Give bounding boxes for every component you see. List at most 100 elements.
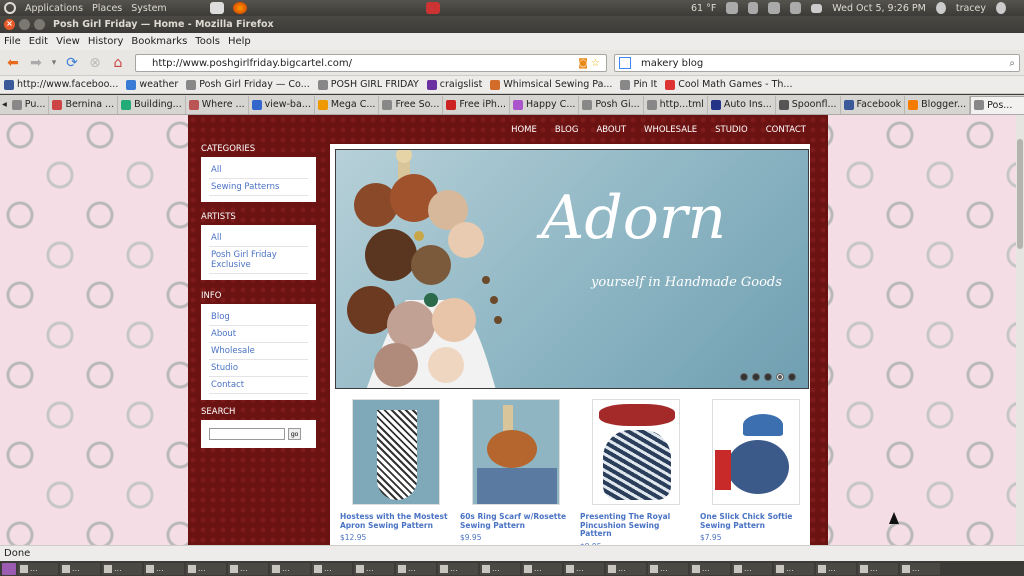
home-icon[interactable]: ⌂ (108, 53, 128, 73)
taskbar-window-button[interactable]: ... (816, 562, 856, 575)
ubuntu-logo-icon[interactable] (4, 2, 16, 14)
site-nav-about[interactable]: ABOUT (596, 125, 626, 135)
bookmark-star-icon[interactable]: ☆ (591, 58, 600, 69)
info-link[interactable]: Contact (209, 377, 308, 394)
wifi-icon[interactable] (748, 2, 759, 14)
tab-item[interactable]: Where ... (186, 95, 249, 114)
bookmark-item[interactable]: Pin It (620, 79, 657, 90)
taskbar-window-button[interactable]: ... (354, 562, 394, 575)
maximize-window-icon[interactable] (34, 19, 45, 30)
vertical-scrollbar[interactable] (1016, 115, 1024, 545)
stop-icon[interactable]: ⊗ (85, 53, 105, 73)
product-card[interactable]: Presenting The Royal Pincushion Sewing P… (580, 399, 692, 545)
product-title[interactable]: 60s Ring Scarf w/Rosette Sewing Pattern (460, 512, 572, 530)
history-dropdown-icon[interactable]: ▾ (49, 53, 59, 73)
url-bar[interactable]: http://www.poshgirlfriday.bigcartel.com/… (135, 54, 607, 72)
taskbar-window-button[interactable]: ... (774, 562, 814, 575)
product-image[interactable] (352, 399, 440, 505)
taskbar-window-button[interactable]: ... (144, 562, 184, 575)
clock[interactable]: Wed Oct 5, 9:26 PM (832, 3, 926, 14)
site-search-go-button[interactable]: go (288, 428, 302, 440)
taskbar-window-button[interactable]: ... (732, 562, 772, 575)
mail-launcher-icon[interactable] (209, 2, 224, 14)
taskbar-window-button[interactable]: ... (186, 562, 226, 575)
power-icon[interactable] (996, 2, 1006, 14)
tab-item[interactable]: Posh Gi... (579, 95, 644, 114)
product-image[interactable] (592, 399, 680, 505)
slide-dot[interactable] (752, 373, 760, 381)
menu-view[interactable]: View (52, 36, 84, 47)
tab-item[interactable]: Free So... (379, 95, 444, 114)
site-nav-studio[interactable]: STUDIO (715, 125, 748, 135)
bookmark-item[interactable]: Whimsical Sewing Pa... (490, 79, 612, 90)
app-indicator-icon[interactable] (425, 2, 440, 14)
menu-file[interactable]: File (0, 36, 25, 47)
tab-item[interactable]: Blogger... (905, 95, 971, 114)
menu-edit[interactable]: Edit (25, 36, 52, 47)
taskbar-window-button[interactable]: ... (648, 562, 688, 575)
firefox-launcher-icon[interactable] (232, 2, 247, 14)
taskbar-window-button[interactable]: ... (858, 562, 898, 575)
artists-link[interactable]: Posh Girl Friday Exclusive (209, 247, 308, 274)
tab-item[interactable]: view-ba... (249, 95, 315, 114)
tab-item[interactable]: http...tml (644, 95, 708, 114)
slide-dot[interactable] (764, 373, 772, 381)
bookmark-item[interactable]: http://www.faceboo... (4, 79, 118, 90)
tab-item[interactable]: Bernina ... (49, 95, 119, 114)
slide-dot[interactable] (788, 373, 796, 381)
info-link[interactable]: Blog (209, 309, 308, 326)
info-link[interactable]: Studio (209, 360, 308, 377)
search-box[interactable]: makery blog ⌕ (614, 54, 1020, 72)
tab-scroll-left-icon[interactable]: ◂ (0, 99, 9, 110)
tab-item[interactable]: Auto Ins... (708, 95, 776, 114)
bookmark-item[interactable]: weather (126, 79, 178, 90)
tab-item[interactable]: Pu... (9, 95, 50, 114)
product-image[interactable] (472, 399, 560, 505)
site-nav-home[interactable]: HOME (511, 125, 537, 135)
taskbar-window-button[interactable]: ... (900, 562, 940, 575)
taskbar-window-button[interactable]: ... (60, 562, 100, 575)
product-card[interactable]: One Slick Chick Softie Sewing Pattern $7.… (700, 399, 812, 542)
back-arrow-icon[interactable]: ⬅ (3, 53, 23, 73)
bookmark-item[interactable]: Cool Math Games - Th... (665, 79, 792, 90)
taskbar-window-button[interactable]: ... (606, 562, 646, 575)
system-menu[interactable]: System (131, 3, 166, 14)
slide-dot[interactable] (740, 373, 748, 381)
places-menu[interactable]: Places (92, 3, 122, 14)
user-name[interactable]: tracey (956, 3, 986, 14)
tab-item[interactable]: Pos...✖ (970, 95, 1024, 114)
taskbar-window-button[interactable]: ... (312, 562, 352, 575)
tab-item[interactable]: Spoonfl... (776, 95, 841, 114)
mail-icon[interactable] (811, 3, 823, 13)
printer-icon[interactable] (726, 2, 739, 14)
slide-dot[interactable] (776, 373, 784, 381)
display-icon[interactable] (768, 2, 781, 14)
bookmark-item[interactable]: POSH GIRL FRIDAY (317, 79, 419, 90)
bookmark-item[interactable]: craigslist (426, 79, 482, 90)
taskbar-window-button[interactable]: ... (228, 562, 268, 575)
site-search-input[interactable] (209, 428, 285, 440)
menu-help[interactable]: Help (224, 36, 255, 47)
categories-link[interactable]: All (209, 162, 308, 179)
product-title[interactable]: Presenting The Royal Pincushion Sewing P… (580, 512, 692, 539)
user-icon[interactable] (935, 2, 946, 14)
tab-item[interactable]: Facebook (841, 95, 906, 114)
menu-tools[interactable]: Tools (191, 36, 224, 47)
menu-history[interactable]: History (84, 36, 128, 47)
applications-menu[interactable]: Applications (25, 3, 83, 14)
rss-icon[interactable]: ◙ (578, 58, 588, 69)
site-nav-blog[interactable]: BLOG (555, 125, 579, 135)
product-card[interactable]: Hostess with the Mostest Apron Sewing Pa… (340, 399, 452, 542)
taskbar-window-button[interactable]: ... (690, 562, 730, 575)
product-title[interactable]: One Slick Chick Softie Sewing Pattern (700, 512, 812, 530)
tab-item[interactable]: Building... (118, 95, 186, 114)
taskbar-window-button[interactable]: ... (480, 562, 520, 575)
show-desktop-icon[interactable] (2, 562, 16, 575)
site-nav-contact[interactable]: CONTACT (766, 125, 806, 135)
tab-item[interactable]: Happy C... (510, 95, 580, 114)
forward-arrow-icon[interactable]: ➡ (26, 53, 46, 73)
hero-slideshow[interactable]: Adorn yourself in Handmade Goods (335, 149, 809, 389)
product-title[interactable]: Hostess with the Mostest Apron Sewing Pa… (340, 512, 452, 530)
minimize-window-icon[interactable] (19, 19, 30, 30)
search-icon[interactable]: ⌕ (1009, 58, 1015, 69)
